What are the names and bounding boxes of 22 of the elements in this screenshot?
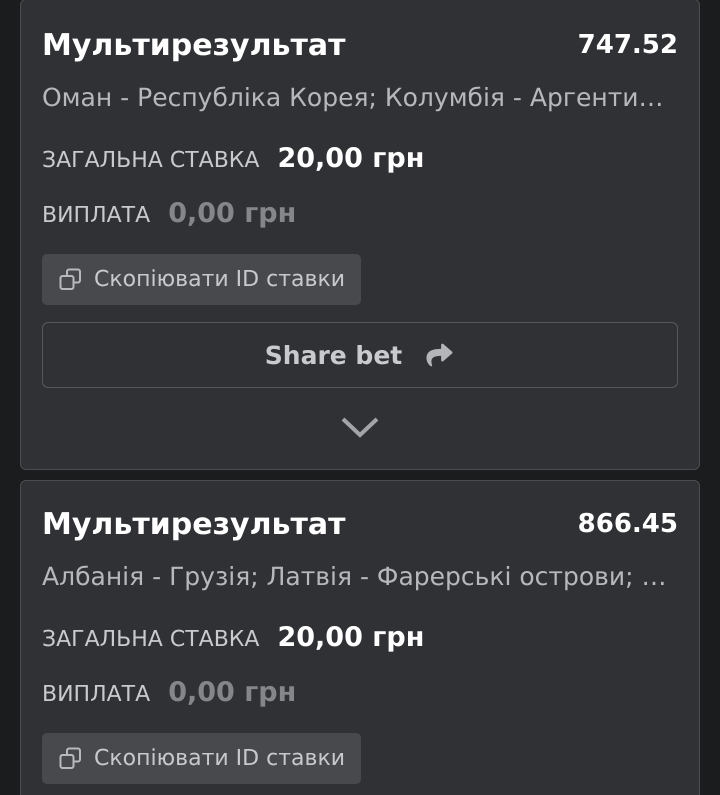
chevron-down-icon — [340, 416, 380, 438]
bet-events: Оман - Республіка Корея; Колумбія - Аргенти… — [42, 82, 665, 114]
share-bet-button[interactable]: Share bet — [42, 322, 678, 388]
payout-label: ВИПЛАТА — [42, 682, 150, 707]
bet-type: Мультирезультат — [42, 506, 346, 542]
bet-odds: 747.52 — [578, 30, 678, 60]
bet-type: Мультирезультат — [42, 28, 346, 62]
payout-label: ВИПЛАТА — [42, 203, 150, 228]
copy-id-button[interactable]: Скопіювати ID ставки — [42, 254, 362, 305]
bet-odds: 866.45 — [578, 509, 678, 539]
copy-icon — [59, 268, 82, 291]
share-icon — [424, 342, 456, 368]
stake-label: ЗАГАЛЬНА СТАВКА — [42, 627, 260, 652]
stake-value: 20,00 грн — [277, 143, 424, 174]
copy-id-button[interactable]: Скопіювати ID ставки — [42, 733, 362, 784]
expand-toggle[interactable] — [340, 416, 380, 438]
bet-events: Албанія - Грузія; Латвія - Фарерські острови; … — [42, 561, 668, 593]
stake-value: 20,00 грн — [277, 622, 424, 653]
stake-label: ЗАГАЛЬНА СТАВКА — [42, 148, 260, 173]
payout-value: 0,00 грн — [168, 198, 296, 229]
payout-value: 0,00 грн — [168, 677, 296, 708]
copy-icon — [59, 747, 82, 770]
